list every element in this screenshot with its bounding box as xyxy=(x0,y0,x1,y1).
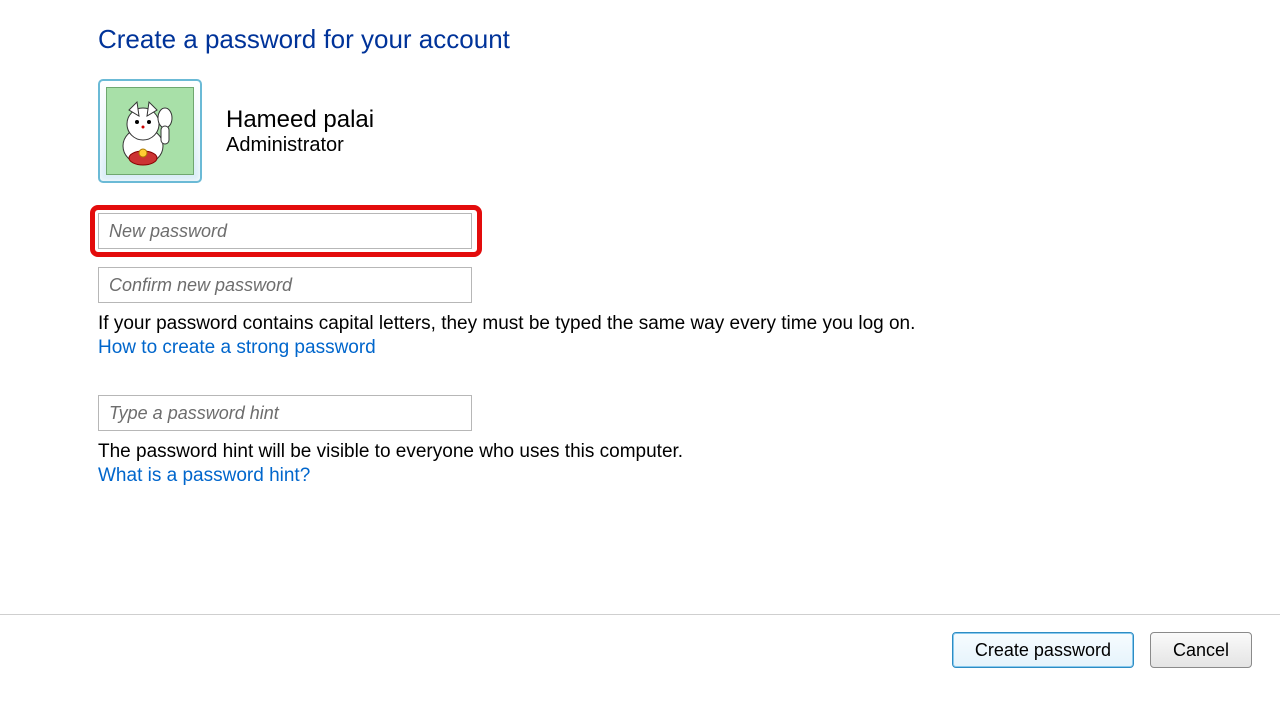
user-summary: Hameed palai Administrator xyxy=(98,79,1178,183)
avatar xyxy=(106,87,194,175)
user-name: Hameed palai xyxy=(226,106,374,134)
cat-avatar-icon xyxy=(113,96,185,168)
hint-note: The password hint will be visible to eve… xyxy=(98,441,1178,463)
user-role: Administrator xyxy=(226,134,374,157)
password-hint-link[interactable]: What is a password hint? xyxy=(98,465,1178,487)
create-password-button[interactable]: Create password xyxy=(952,632,1134,668)
footer-divider xyxy=(0,614,1280,615)
highlight-annotation xyxy=(90,205,482,257)
password-hint-input[interactable] xyxy=(98,395,472,431)
caps-note: If your password contains capital letter… xyxy=(98,313,1178,335)
confirm-password-input[interactable] xyxy=(98,267,472,303)
new-password-input[interactable] xyxy=(98,213,472,249)
cancel-button[interactable]: Cancel xyxy=(1150,632,1252,668)
page-title: Create a password for your account xyxy=(98,24,1178,55)
footer-buttons: Create password Cancel xyxy=(952,632,1252,668)
strong-password-link[interactable]: How to create a strong password xyxy=(98,337,1178,359)
avatar-frame xyxy=(98,79,202,183)
